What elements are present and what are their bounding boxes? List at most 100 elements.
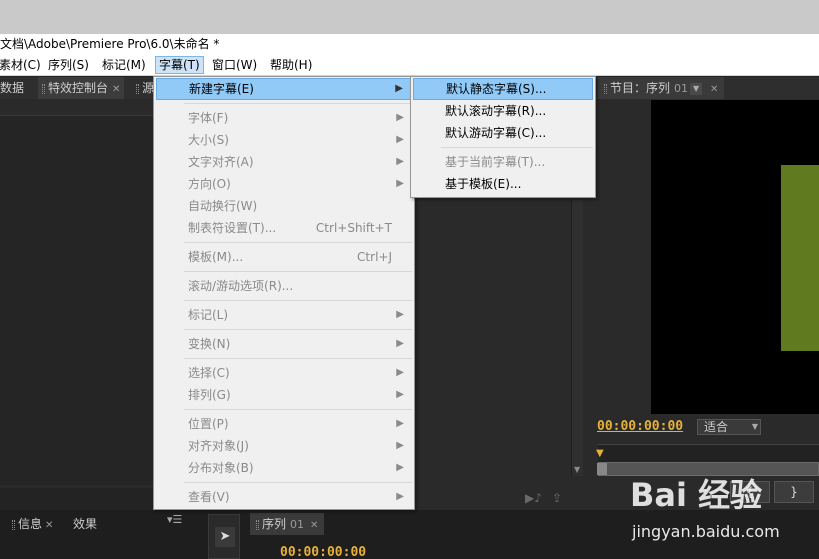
submenu-arrow-icon: ▶ [395, 83, 403, 94]
menu-item-font[interactable]: 字体(F) ▶ [156, 107, 412, 129]
menu-item-label: 方向(O) [188, 177, 231, 191]
submenu-arrow-icon: ▶ [396, 440, 404, 451]
menu-separator [184, 329, 412, 330]
tab-effect-controls[interactable]: 特效控制台 ✕ [38, 77, 125, 99]
time-ruler[interactable] [598, 444, 819, 462]
watermark-url: jingyan.baidu.com [632, 522, 780, 541]
menu-shortcut: Ctrl+J [357, 250, 392, 264]
window-title: 文档\Adobe\Premiere Pro\6.0\未命名 * [0, 34, 819, 54]
tab-metadata-label: 数据 [0, 81, 25, 95]
zoom-fit-select[interactable]: 适合 ▼ [697, 419, 761, 435]
panel-menu-icon[interactable]: ▾☰ [167, 513, 182, 526]
menu-item-label: 字体(F) [188, 111, 229, 125]
close-icon[interactable]: ✕ [45, 520, 53, 531]
watermark-logo: Bai 经验 [630, 476, 763, 514]
menu-item-align-objects[interactable]: 对齐对象(J) ▶ [156, 435, 412, 457]
menu-item-default-crawl[interactable]: 默认游动字幕(C)... [413, 122, 593, 144]
menu-item-label: 标记(L) [188, 308, 229, 322]
menu-item-logo[interactable]: 标记(L) ▶ [156, 304, 412, 326]
tab-info[interactable]: 信息 ✕ [12, 513, 53, 535]
top-chrome [0, 0, 819, 34]
tab-info-label: 信息 [18, 517, 43, 531]
menu-item-templates[interactable]: 模板(M)... Ctrl+J [156, 246, 412, 268]
menu-window[interactable]: 窗口(W) [209, 56, 260, 74]
menu-item-text-align[interactable]: 文字对齐(A) ▶ [156, 151, 412, 173]
menu-separator [184, 271, 412, 272]
mark-out-button[interactable]: } [774, 481, 814, 503]
menu-item-default-still[interactable]: 默认静态字幕(S)... [413, 78, 593, 100]
menu-item-view[interactable]: 查看(V) ▶ [156, 486, 412, 508]
menu-item-position[interactable]: 位置(P) ▶ [156, 413, 412, 435]
menu-item-default-roll[interactable]: 默认滚动字幕(R)... [413, 100, 593, 122]
export-icon[interactable]: ⇪ [552, 491, 562, 505]
menu-item-distribute-objects[interactable]: 分布对象(B) ▶ [156, 457, 412, 479]
menu-item-transform[interactable]: 变换(N) ▶ [156, 333, 412, 355]
new-title-submenu: 默认静态字幕(S)... 默认滚动字幕(R)... 默认游动字幕(C)... 基… [410, 76, 596, 198]
menu-marker[interactable]: 标记(M) [99, 56, 149, 74]
tab-metadata[interactable]: 数据 [0, 77, 28, 99]
menu-bar: 素材(C) 序列(S) 标记(M) 字幕(T) 窗口(W) 帮助(H) [0, 54, 819, 76]
menu-item-label: 变换(N) [188, 337, 231, 351]
grip-icon [12, 519, 15, 530]
sequence-tab-number: 01 [290, 518, 305, 531]
menu-item-word-wrap[interactable]: 自动换行(W) [156, 195, 412, 217]
tab-effects[interactable]: 效果 [73, 513, 97, 535]
menu-item-tab-stops[interactable]: 制表符设置(T)... Ctrl+Shift+T [156, 217, 412, 239]
program-timecode[interactable]: 00:00:00:00 [597, 419, 683, 434]
playhead-icon[interactable]: ▼ [596, 448, 604, 459]
menu-item-label: 自动换行(W) [188, 199, 258, 213]
chevron-down-icon[interactable]: ▼ [690, 82, 703, 95]
menu-help[interactable]: 帮助(H) [267, 56, 315, 74]
menu-separator [184, 482, 412, 483]
scroll-down-icon[interactable]: ▼ [574, 465, 580, 474]
menu-separator [184, 409, 412, 410]
menu-shortcut: Ctrl+Shift+T [315, 221, 392, 235]
menu-item-roll-crawl[interactable]: 滚动/游动选项(R)... [156, 275, 412, 297]
tab-program[interactable]: 节目：序列 01 ▼ ✕ [598, 77, 725, 99]
menu-separator [184, 242, 412, 243]
menu-item-label: 制表符设置(T)... [188, 221, 277, 235]
menu-item-label: 选择(C) [188, 366, 230, 380]
close-icon[interactable]: ✕ [310, 520, 318, 531]
menu-item-label: 滚动/游动选项(R)... [188, 279, 294, 293]
submenu-arrow-icon: ▶ [396, 178, 404, 189]
menu-item-based-on-template[interactable]: 基于模板(E)... [413, 173, 593, 195]
grip-icon [136, 83, 139, 94]
menu-item-new-title[interactable]: 新建字幕(E) ▶ [156, 78, 412, 100]
video-frame-clip [781, 165, 819, 351]
menu-item-label: 新建字幕(E) [189, 82, 254, 96]
grip-icon [604, 83, 607, 94]
submenu-arrow-icon: ▶ [396, 134, 404, 145]
menu-separator [184, 300, 412, 301]
chevron-down-icon: ▼ [751, 422, 758, 431]
vertical-scrollbar[interactable]: ▼ [571, 200, 583, 476]
menu-separator [441, 147, 593, 148]
grip-icon [256, 519, 259, 530]
submenu-arrow-icon: ▶ [396, 309, 404, 320]
menu-item-label: 大小(S) [188, 133, 229, 147]
sequence-timecode[interactable]: 00:00:00:00 [280, 545, 366, 559]
close-icon[interactable]: ✕ [112, 84, 120, 95]
tab-sequence[interactable]: 序列 01 ✕ [250, 513, 325, 535]
menu-item-size[interactable]: 大小(S) ▶ [156, 129, 412, 151]
menu-clip[interactable]: 素材(C) [0, 56, 44, 74]
effect-controls-area [0, 115, 153, 485]
selection-tool-icon[interactable]: ➤ [215, 527, 235, 547]
menu-sequence[interactable]: 序列(S) [45, 56, 92, 74]
play-audio-icon[interactable]: ▶♪ [525, 491, 542, 505]
scroll-handle[interactable] [597, 463, 607, 475]
menu-item-select[interactable]: 选择(C) ▶ [156, 362, 412, 384]
menu-item-based-on-current[interactable]: 基于当前字幕(T)... [413, 151, 593, 173]
title-menu-dropdown: 新建字幕(E) ▶ 字体(F) ▶ 大小(S) ▶ 文字对齐(A) ▶ 方向(O) ▶ 自… [153, 76, 415, 510]
close-icon[interactable]: ✕ [710, 84, 718, 95]
tab-effects-label: 效果 [73, 517, 98, 531]
submenu-arrow-icon: ▶ [396, 491, 404, 502]
submenu-arrow-icon: ▶ [396, 418, 404, 429]
submenu-arrow-icon: ▶ [396, 462, 404, 473]
zoom-fit-label: 适合 [704, 420, 729, 434]
menu-title[interactable]: 字幕(T) [155, 56, 204, 74]
submenu-arrow-icon: ▶ [396, 112, 404, 123]
menu-item-orientation[interactable]: 方向(O) ▶ [156, 173, 412, 195]
menu-item-label: 查看(V) [188, 490, 230, 504]
menu-item-arrange[interactable]: 排列(G) ▶ [156, 384, 412, 406]
